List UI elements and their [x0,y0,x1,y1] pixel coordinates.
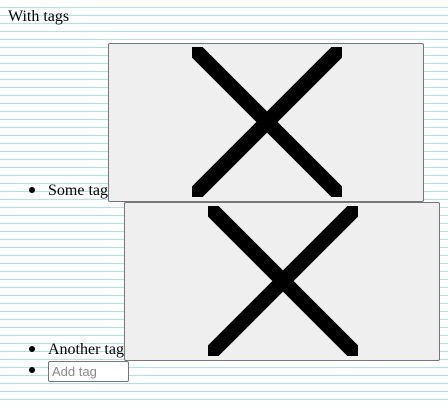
add-tag-input[interactable] [48,361,129,382]
remove-tag-button[interactable] [108,43,424,202]
tag-label: Another tag [48,341,124,358]
tag-label: Some tag [48,182,108,199]
remove-tag-button[interactable] [124,202,440,361]
x-icon [192,47,342,197]
section-heading: With tags [8,8,70,25]
list-bullet [29,367,35,373]
x-icon [208,206,358,356]
list-bullet [29,187,35,193]
list-bullet [29,346,35,352]
